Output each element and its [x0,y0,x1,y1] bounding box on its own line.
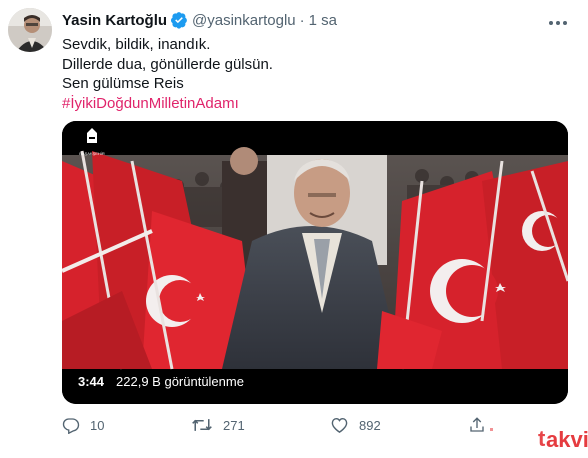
share-icon [470,417,484,432]
video-views: 222,9 B görüntülenme [116,374,244,389]
author-handle[interactable]: @yasinkartoglu [192,12,296,29]
video-duration: 3:44 [78,374,105,389]
author-name[interactable]: Yasin Kartoğlu [62,12,167,29]
retweet-count: 271 [223,417,245,433]
tweet-text-line: Sen gülümse Reis [62,75,184,92]
reply-button[interactable]: 10 [62,416,104,434]
video-meta: 3:44 222,9 B görüntülenme [78,374,244,389]
like-button[interactable]: 892 [330,416,381,434]
retweet-icon [192,419,212,431]
video-player[interactable]: BAŞAKŞEHİR 3:44 222,9 B görüntülenme [62,121,568,404]
hashtag-link[interactable]: #İyikiDoğdunMilletinAdamı [62,94,273,114]
author-avatar[interactable] [8,8,52,52]
heart-icon [331,417,348,433]
tweet-header: Yasin Kartoğlu @yasinkartoglu · 1 sa [62,11,337,29]
like-count: 892 [359,417,381,433]
takvim-watermark: t akvim [490,424,588,453]
separator-dot: · [299,11,305,29]
channel-logo-text: BAŞAKŞEHİR [79,151,105,156]
tweet-text-line: Sevdik, bildik, inandık. [62,36,211,53]
reply-icon [62,418,80,434]
tweet-timestamp[interactable]: 1 sa [309,12,337,29]
reply-count: 10 [90,417,105,433]
video-thumbnail: BAŞAKŞEHİR [62,121,568,404]
tweet-text-line: Dillerde dua, gönüllerde gülsün. [62,55,273,73]
retweet-button[interactable]: 271 [191,416,245,434]
svg-text:t: t [538,426,546,451]
more-options-icon[interactable] [548,12,568,32]
watermark-text: akvim [546,427,588,452]
tweet: Yasin Kartoğlu @yasinkartoglu · 1 sa Sev… [0,0,588,453]
verified-badge-icon [170,11,188,29]
tweet-text: Sevdik, bildik, inandık. Dillerde dua, g… [62,35,273,113]
